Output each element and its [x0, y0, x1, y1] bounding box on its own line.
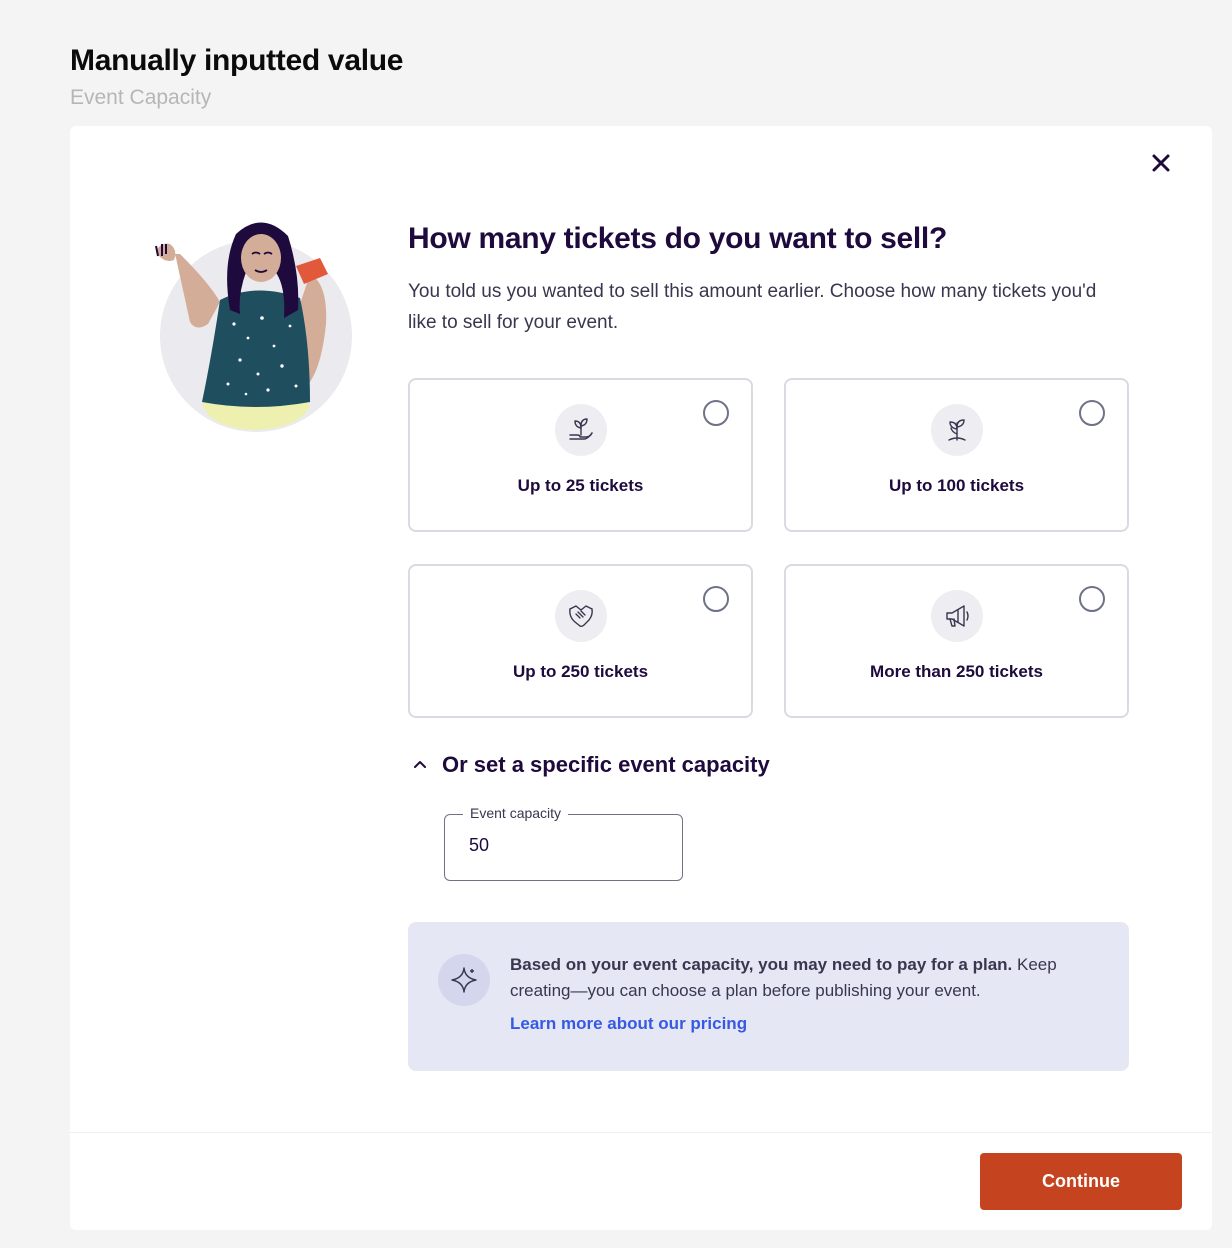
option-up-to-250[interactable]: Up to 250 tickets	[408, 564, 753, 718]
pricing-info-box: Based on your event capacity, you may ne…	[408, 922, 1129, 1071]
pricing-info-text: Based on your event capacity, you may ne…	[510, 952, 1090, 1004]
pricing-info-bold: Based on your event capacity, you may ne…	[510, 955, 1013, 974]
option-label: More than 250 tickets	[870, 662, 1043, 681]
modal-description: You told us you wanted to sell this amou…	[408, 281, 1097, 333]
page-heading: Manually inputted value	[70, 44, 404, 77]
continue-button[interactable]: Continue	[980, 1153, 1182, 1210]
megaphone-icon	[930, 590, 983, 642]
sprout-in-hand-icon	[554, 404, 607, 456]
option-radio[interactable]	[1079, 586, 1105, 612]
event-capacity-input[interactable]	[469, 835, 659, 856]
ticket-capacity-modal: How many tickets do you want to sell? Yo…	[70, 126, 1212, 1230]
handshake-icon	[554, 590, 607, 642]
chevron-up-icon	[414, 761, 426, 768]
option-radio[interactable]	[703, 400, 729, 426]
pricing-link[interactable]: Learn more about our pricing	[510, 1014, 747, 1034]
event-capacity-field[interactable]: Event capacity	[444, 805, 683, 881]
option-up-to-100[interactable]: Up to 100 tickets	[784, 378, 1129, 532]
option-label: Up to 100 tickets	[888, 476, 1025, 495]
close-icon	[1152, 154, 1170, 172]
option-label: Up to 250 tickets	[512, 662, 649, 681]
option-radio[interactable]	[1079, 400, 1105, 426]
capacity-toggle[interactable]: Or set a specific event capacity	[412, 752, 770, 778]
capacity-toggle-label: Or set a specific event capacity	[442, 752, 770, 777]
sparkle-icon	[438, 954, 490, 1006]
plant-icon	[930, 404, 983, 456]
option-radio[interactable]	[703, 586, 729, 612]
close-button[interactable]	[1146, 148, 1176, 178]
celebrating-woman-illustration	[155, 222, 352, 432]
page-subheading: Event Capacity	[70, 86, 212, 109]
footer-divider	[70, 1132, 1212, 1133]
option-more-than-250[interactable]: More than 250 tickets	[784, 564, 1129, 718]
option-up-to-25[interactable]: Up to 25 tickets	[408, 378, 753, 532]
option-label: Up to 25 tickets	[517, 476, 644, 495]
modal-title: How many tickets do you want to sell?	[408, 222, 947, 255]
event-capacity-label: Event capacity	[463, 805, 569, 821]
